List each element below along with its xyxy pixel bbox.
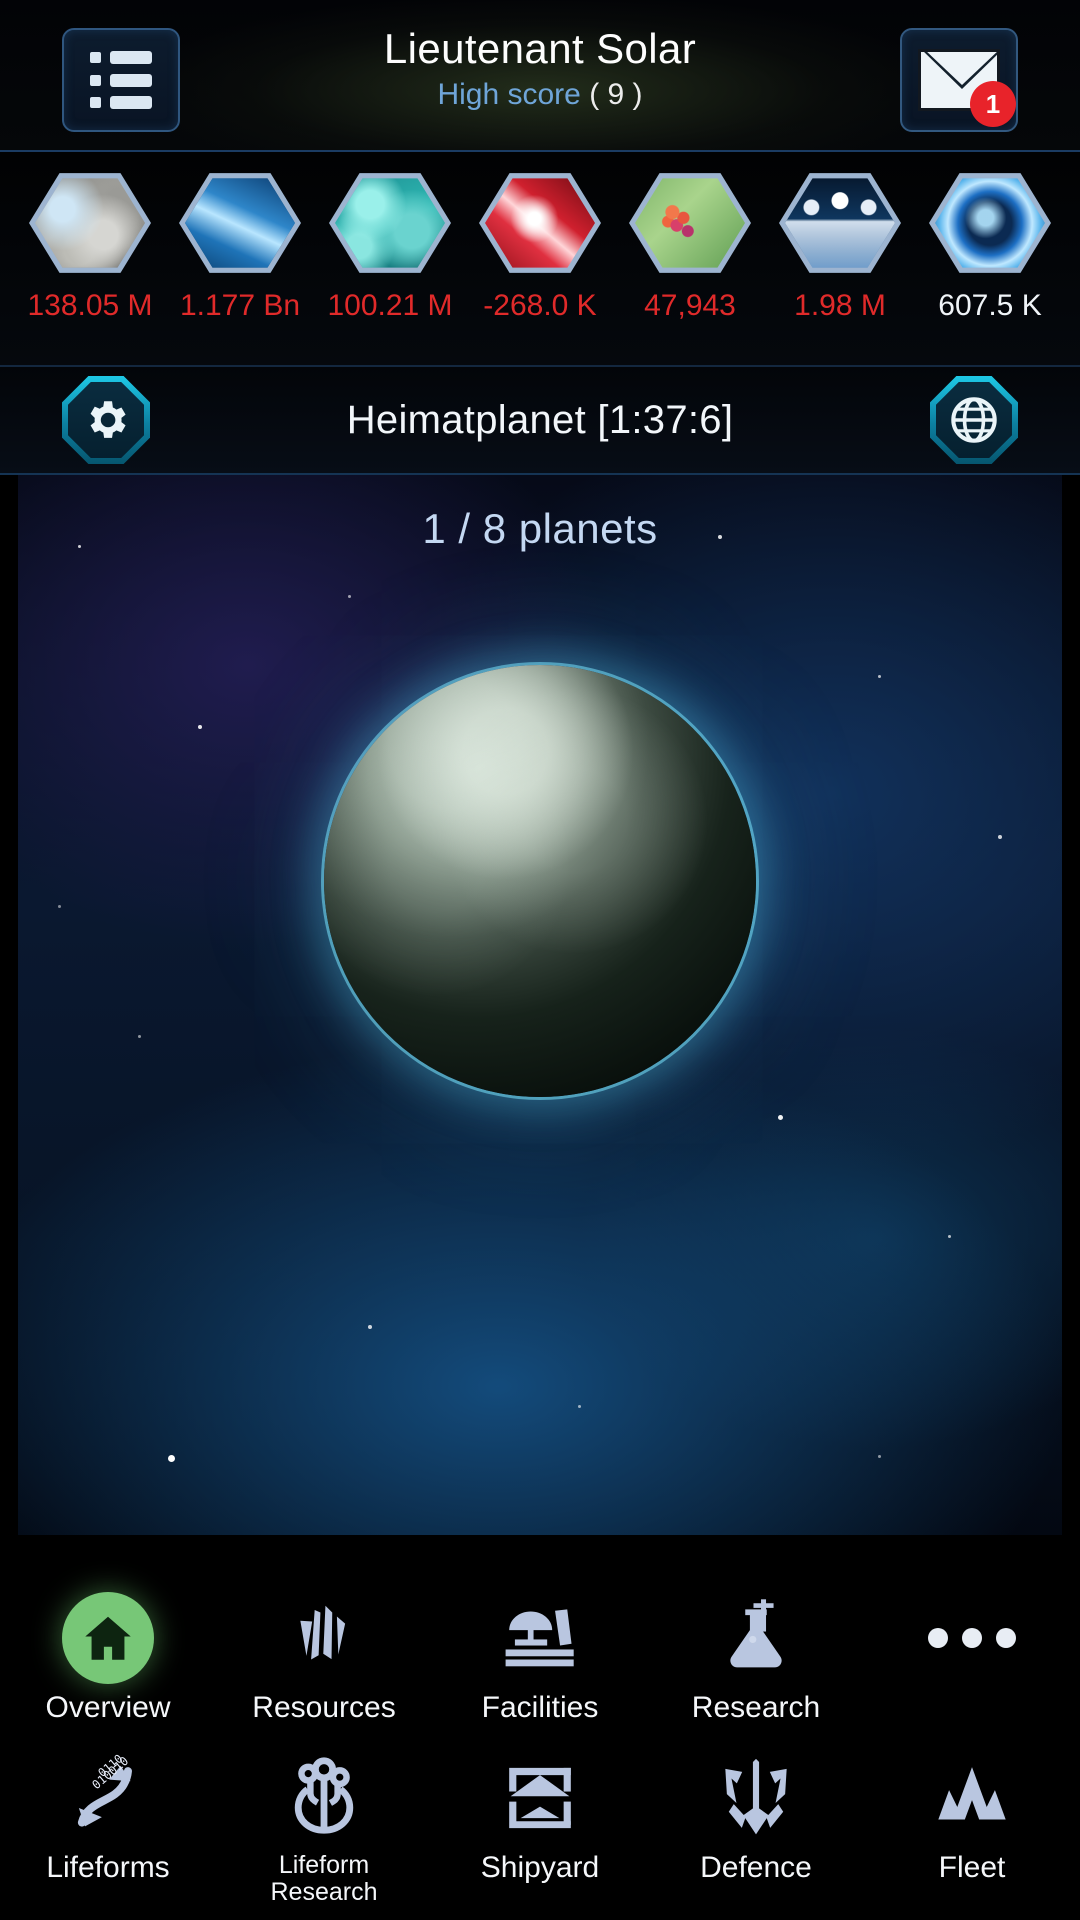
more-dots-icon: [928, 1627, 1016, 1648]
resource-population-value: 1.98 M: [794, 289, 886, 322]
planet-name[interactable]: Heimatplanet [1:37:6]: [347, 398, 734, 443]
high-score-value: ( 9 ): [589, 78, 643, 112]
nav-item-lifeforms[interactable]: 010010 0110 Lifeforms: [0, 1738, 216, 1920]
resource-deuterium[interactable]: 100.21 M: [322, 170, 458, 323]
energy-icon: [479, 173, 601, 273]
bottom-navigation: Overview Resources Facilities Research 0…: [0, 1567, 1080, 1920]
population-icon: [779, 173, 901, 273]
nav-label-shipyard: Shipyard: [480, 1851, 600, 1884]
nav-item-fleet[interactable]: Fleet: [864, 1738, 1080, 1920]
game-screen: Lieutenant Solar High score ( 9 ) 1 138.…: [0, 0, 1080, 1920]
planets-counter: 1 / 8 planets: [422, 505, 658, 552]
mail-icon-wrap: 1: [918, 49, 1016, 127]
resource-darkmatter[interactable]: 607.5 K: [922, 170, 1058, 323]
nav-item-shipyard[interactable]: Shipyard: [432, 1738, 648, 1920]
nav-label-defence: Defence: [700, 1851, 812, 1884]
planet-sphere[interactable]: [324, 665, 756, 1097]
fleet-arrows-icon: [938, 1767, 1006, 1820]
resource-crystal-value: 1.177 Bn: [179, 289, 301, 322]
crystal-icon: [179, 173, 301, 273]
nav-item-research[interactable]: Research: [648, 1578, 864, 1738]
gear-icon: [90, 401, 126, 438]
shield-spear-icon: [725, 1758, 787, 1835]
nav-item-overview[interactable]: Overview: [0, 1578, 216, 1738]
resource-food-value: 47,943: [644, 289, 736, 322]
deuterium-icon: [329, 173, 451, 273]
dna-binary-icon: 010010 0110: [77, 1752, 132, 1827]
resource-metal-value: 138.05 M: [27, 289, 153, 322]
planet-bar: Heimatplanet [1:37:6]: [0, 367, 1080, 475]
mail-button[interactable]: 1: [900, 28, 1018, 132]
home-icon: [62, 1591, 154, 1684]
nav-label-lifeform-research: Lifeform Research: [270, 1851, 378, 1906]
planet-view[interactable]: 1 / 8 planets: [18, 475, 1062, 1535]
globe-icon: [951, 397, 997, 443]
flask-icon: [730, 1598, 782, 1667]
resource-deuterium-value: 100.21 M: [327, 289, 453, 322]
nav-label-resources: Resources: [252, 1690, 396, 1724]
dark-matter-icon: [929, 173, 1051, 273]
nav-item-lifeform-research[interactable]: Lifeform Research: [216, 1738, 432, 1920]
nav-label-research: Research: [691, 1690, 821, 1724]
crystal-icon: [300, 1605, 346, 1660]
resource-bar: 138.05 M 1.177 Bn 100.21 M -268.0 K 47,9…: [0, 152, 1080, 367]
resource-food[interactable]: 47,943: [622, 170, 758, 323]
nav-label-lifeforms: Lifeforms: [46, 1851, 170, 1884]
circuit-tree-icon: [294, 1757, 354, 1834]
nav-label-fleet: Fleet: [938, 1851, 1006, 1884]
nav-label-facilities: Facilities: [481, 1690, 599, 1724]
resource-energy-value: -268.0 K: [483, 289, 597, 322]
factory-icon: [505, 1608, 574, 1666]
mail-badge: 1: [970, 81, 1016, 127]
top-header: Lieutenant Solar High score ( 9 ) 1: [0, 0, 1080, 152]
nav-item-facilities[interactable]: Facilities: [432, 1578, 648, 1738]
shipyard-icon: [509, 1767, 571, 1829]
nav-item-resources[interactable]: Resources: [216, 1578, 432, 1738]
resource-population[interactable]: 1.98 M: [772, 170, 908, 323]
nav-label-overview: Overview: [45, 1690, 171, 1724]
high-score-label: High score: [437, 78, 581, 112]
galaxy-button[interactable]: [929, 376, 1018, 464]
food-icon: [629, 173, 751, 273]
nav-item-defence[interactable]: Defence: [648, 1738, 864, 1920]
nav-item-more[interactable]: [864, 1578, 1080, 1738]
resource-crystal[interactable]: 1.177 Bn: [172, 170, 308, 323]
resource-metal[interactable]: 138.05 M: [22, 170, 158, 323]
metal-ore-icon: [29, 173, 151, 273]
nav-row-secondary: 010010 0110 Lifeforms Lifeform Research …: [0, 1738, 1080, 1920]
resource-energy[interactable]: -268.0 K: [472, 170, 608, 323]
settings-button[interactable]: [62, 376, 150, 464]
nav-row-primary: Overview Resources Facilities Research: [0, 1578, 1080, 1738]
resource-darkmatter-value: 607.5 K: [938, 289, 1042, 322]
